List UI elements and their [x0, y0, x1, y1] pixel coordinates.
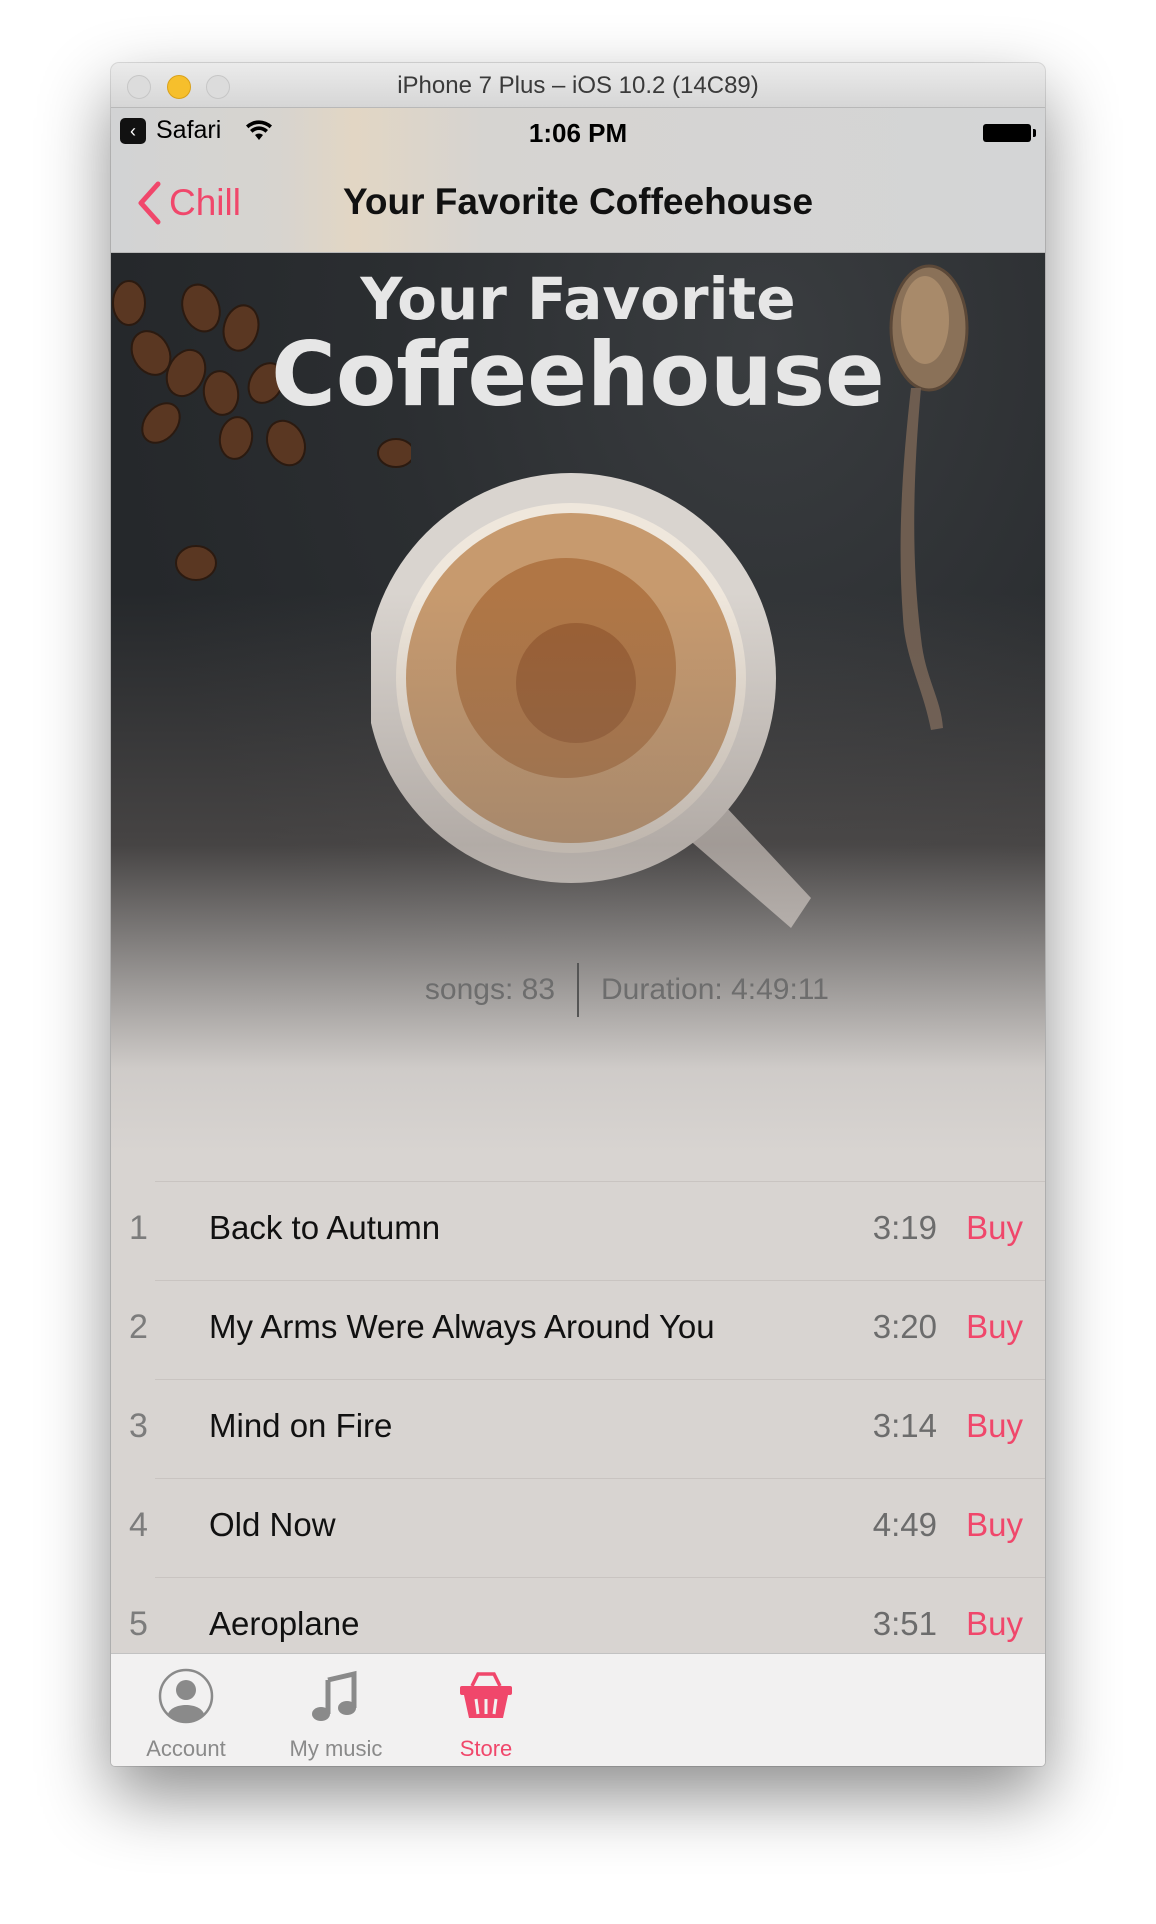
- track-duration: 3:51: [872, 1605, 937, 1642]
- navigation-header: ‹ Safari 1:06 PM Chill Your Favorite Cof…: [111, 108, 1045, 253]
- table-row[interactable]: 4 Old Now 4:49 Buy: [111, 1478, 1045, 1577]
- window-title: iPhone 7 Plus – iOS 10.2 (14C89): [397, 72, 759, 99]
- track-title: My Arms Were Always Around You: [209, 1308, 715, 1345]
- track-duration: 3:14: [872, 1407, 937, 1444]
- tab-account[interactable]: Account: [111, 1654, 261, 1766]
- table-row[interactable]: 2 My Arms Were Always Around You 3:20 Bu…: [111, 1280, 1045, 1379]
- tab-bar: Account My music Store: [111, 1653, 1045, 1766]
- account-icon: [158, 1668, 214, 1724]
- track-title: Aeroplane: [209, 1605, 360, 1642]
- cover-fade-overlay: [111, 593, 1045, 1153]
- tab-my-music[interactable]: My music: [261, 1654, 411, 1766]
- music-note-icon: [312, 1670, 357, 1721]
- track-number: 3: [129, 1407, 148, 1445]
- simulator-window: iPhone 7 Plus – iOS 10.2 (14C89) ‹ Safar…: [111, 63, 1045, 1766]
- tab-label: My music: [289, 1736, 383, 1761]
- song-count: songs: 83: [424, 973, 555, 1006]
- buy-button[interactable]: Buy: [966, 1506, 1023, 1544]
- cover-title-line2: Coffeehouse: [271, 323, 885, 426]
- playlist-meta: songs: 83 Duration: 4:49:11: [111, 963, 1045, 1019]
- back-button[interactable]: Chill: [137, 178, 241, 228]
- status-bar: ‹ Safari 1:06 PM: [111, 108, 1045, 156]
- back-button-label: Chill: [169, 182, 241, 223]
- battery-icon: [983, 124, 1036, 142]
- table-row[interactable]: 1 Back to Autumn 3:19 Buy: [111, 1181, 1045, 1280]
- basket-icon: [460, 1672, 512, 1718]
- track-duration: 3:20: [872, 1308, 937, 1345]
- window-titlebar: iPhone 7 Plus – iOS 10.2 (14C89): [111, 63, 1045, 108]
- track-title: Old Now: [209, 1506, 336, 1543]
- tab-store[interactable]: Store: [411, 1654, 561, 1766]
- total-duration: Duration: 4:49:11: [601, 973, 829, 1006]
- track-number: 4: [129, 1506, 148, 1544]
- buy-button[interactable]: Buy: [966, 1209, 1023, 1247]
- page-title: Your Favorite Coffeehouse: [342, 181, 814, 222]
- track-title: Back to Autumn: [209, 1209, 441, 1246]
- track-duration: 3:19: [872, 1209, 937, 1246]
- track-number: 2: [129, 1308, 148, 1346]
- tab-label: Account: [146, 1736, 226, 1761]
- track-list: 1 Back to Autumn 3:19 Buy 2 My Arms Were…: [111, 1181, 1045, 1676]
- tab-label: Store: [459, 1736, 513, 1761]
- table-row[interactable]: 3 Mind on Fire 3:14 Buy: [111, 1379, 1045, 1478]
- buy-button[interactable]: Buy: [966, 1308, 1023, 1346]
- buy-button[interactable]: Buy: [966, 1605, 1023, 1643]
- track-number: 1: [129, 1209, 148, 1247]
- track-duration: 4:49: [872, 1506, 937, 1543]
- phone-screen: ‹ Safari 1:06 PM Chill Your Favorite Cof…: [111, 108, 1045, 1766]
- track-number: 5: [129, 1605, 148, 1643]
- status-time: 1:06 PM: [528, 118, 628, 148]
- track-title: Mind on Fire: [209, 1407, 393, 1444]
- meta-divider: [577, 963, 579, 1017]
- buy-button[interactable]: Buy: [966, 1407, 1023, 1445]
- chevron-left-icon: [138, 181, 161, 225]
